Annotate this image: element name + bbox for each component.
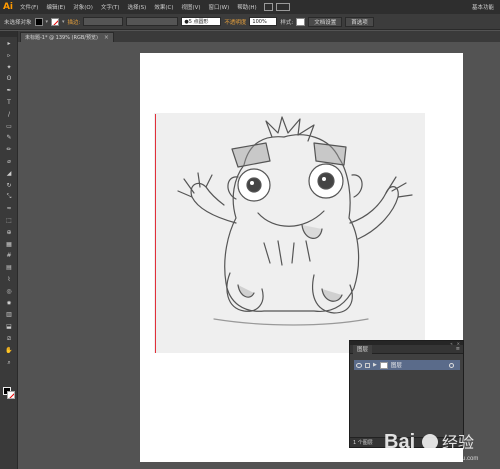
menu-help[interactable]: 帮助(H) (233, 3, 260, 11)
layer-count: 1 个图层 (353, 439, 373, 446)
tools-panel: ▸ ▹ ✦ ʘ ✒ T / ▭ ✎ ✏ ⌀ ◢ ↻ ⤡ ≈ ⬚ ⊕ ▦ # ▤ ⌇ ◎ ✸ ▥ ⬓ ⧄ ✋ ⌕ (0, 31, 18, 469)
eyedropper-icon[interactable]: ⌇ (5, 277, 13, 283)
menu-type[interactable]: 文字(T) (97, 3, 124, 11)
free-transform-icon[interactable]: ⬚ (5, 218, 13, 224)
svg-text:经验: 经验 (442, 433, 474, 452)
menu-edit[interactable]: 编辑(E) (42, 3, 69, 11)
baidu-logo: Bai 经验 jingyan.baidu.com (380, 420, 500, 465)
menu-select[interactable]: 选择(S) (124, 3, 151, 11)
control-bar: 未选择对象 ▾ ▾ 描边: ● 5 点圆形 不透明度 100% 样式: 文档设置… (0, 14, 500, 30)
monster-sketch-drawing (154, 113, 425, 353)
chevron-down-icon[interactable]: ▾ (46, 19, 49, 25)
expand-triangle-icon[interactable]: ▶ (373, 362, 377, 368)
menu-window[interactable]: 窗口(W) (205, 3, 234, 11)
rotate-icon[interactable]: ↻ (5, 183, 13, 189)
style-label: 样式: (280, 18, 293, 26)
direct-selection-tool-icon[interactable]: ▹ (5, 53, 13, 59)
lock-toggle-icon[interactable] (365, 363, 370, 368)
baidu-watermark: Bai 经验 jingyan.baidu.com (380, 420, 500, 465)
rectangle-tool-icon[interactable]: ▭ (5, 124, 13, 130)
variable-width-profile[interactable] (126, 17, 178, 26)
layers-header: 图层 ≡ (350, 345, 463, 354)
perspective-grid-icon[interactable]: ▦ (5, 242, 13, 248)
stroke-color-box[interactable] (7, 391, 15, 399)
width-tool-icon[interactable]: ≈ (5, 206, 13, 212)
blob-brush-icon[interactable]: ⌀ (5, 159, 13, 165)
bridge-icon[interactable] (264, 3, 273, 11)
chevron-down-icon[interactable]: ▾ (62, 19, 65, 25)
opacity-field[interactable]: 100% (249, 17, 277, 26)
close-icon[interactable]: × (457, 341, 460, 346)
scale-icon[interactable]: ⤡ (5, 194, 13, 200)
brush-definition-field[interactable]: ● 5 点圆形 (181, 17, 221, 26)
tab-layers[interactable]: 图层 (353, 345, 372, 354)
workspace-switcher[interactable]: 基本功能 (472, 3, 494, 11)
document-tab-bar: 未标题-1* @ 139% (RGB/预览) × (18, 31, 500, 42)
hand-tool-icon[interactable]: ✋ (5, 348, 13, 354)
eraser-icon[interactable]: ◢ (5, 171, 13, 177)
type-tool-icon[interactable]: T (5, 100, 13, 106)
selection-tool-icon[interactable]: ▸ (5, 41, 13, 47)
shape-builder-icon[interactable]: ⊕ (5, 230, 13, 236)
layer-name[interactable]: 图层 (391, 361, 402, 369)
layer-thumbnail (380, 362, 388, 369)
target-icon[interactable] (449, 363, 454, 368)
graphic-style-swatch[interactable] (296, 18, 305, 26)
zoom-tool-icon[interactable]: ⌕ (5, 360, 13, 366)
document-tab[interactable]: 未标题-1* @ 139% (RGB/预览) × (20, 32, 114, 42)
line-tool-icon[interactable]: / (5, 112, 13, 118)
gradient-icon[interactable]: ▤ (5, 265, 13, 271)
pen-tool-icon[interactable]: ✒ (5, 88, 13, 94)
pencil-icon[interactable]: ✏ (5, 147, 13, 153)
panel-grip[interactable] (0, 31, 17, 37)
stroke-link[interactable]: 描边: (68, 18, 81, 26)
menu-file[interactable]: 文件(F) (16, 3, 42, 11)
paintbrush-icon[interactable]: ✎ (5, 135, 13, 141)
svg-text:jingyan.baidu.com: jingyan.baidu.com (429, 456, 478, 462)
menu-object[interactable]: 对象(O) (69, 3, 97, 11)
blend-icon[interactable]: ◎ (5, 289, 13, 295)
fill-swatch[interactable] (35, 18, 43, 26)
selection-status: 未选择对象 (4, 18, 32, 26)
document-tab-title: 未标题-1* @ 139% (RGB/预览) (25, 34, 98, 41)
placed-sketch-image[interactable] (154, 113, 425, 353)
layer-row[interactable]: ▶ 图层 (354, 360, 460, 370)
column-graph-icon[interactable]: ▥ (5, 312, 13, 318)
preferences-button[interactable]: 首选项 (345, 17, 374, 27)
symbol-sprayer-icon[interactable]: ✸ (5, 301, 13, 307)
stroke-weight-field[interactable] (83, 17, 123, 26)
slice-tool-icon[interactable]: ⧄ (5, 336, 13, 342)
document-setup-button[interactable]: 文档设置 (308, 17, 342, 27)
menu-view[interactable]: 视图(V) (177, 3, 204, 11)
mesh-icon[interactable]: # (5, 253, 13, 259)
magic-wand-icon[interactable]: ✦ (5, 65, 13, 71)
svg-text:Bai: Bai (384, 431, 415, 453)
lasso-icon[interactable]: ʘ (5, 76, 13, 82)
close-icon[interactable]: × (104, 34, 109, 41)
collapse-icon[interactable]: « (450, 341, 452, 346)
eye-icon[interactable] (356, 363, 362, 368)
red-guide-line (155, 114, 156, 353)
panel-menu-icon[interactable]: ≡ (456, 346, 460, 352)
app-logo: Ai (0, 0, 16, 14)
opacity-link[interactable]: 不透明度 (224, 18, 246, 26)
stroke-swatch[interactable] (51, 18, 59, 26)
arrange-documents-icon[interactable] (276, 3, 290, 11)
menu-bar: Ai 文件(F) 编辑(E) 对象(O) 文字(T) 选择(S) 效果(C) 视… (0, 0, 500, 14)
artboard-tool-icon[interactable]: ⬓ (5, 324, 13, 330)
menu-effect[interactable]: 效果(C) (150, 3, 177, 11)
brush-label: 5 点圆形 (189, 18, 209, 25)
